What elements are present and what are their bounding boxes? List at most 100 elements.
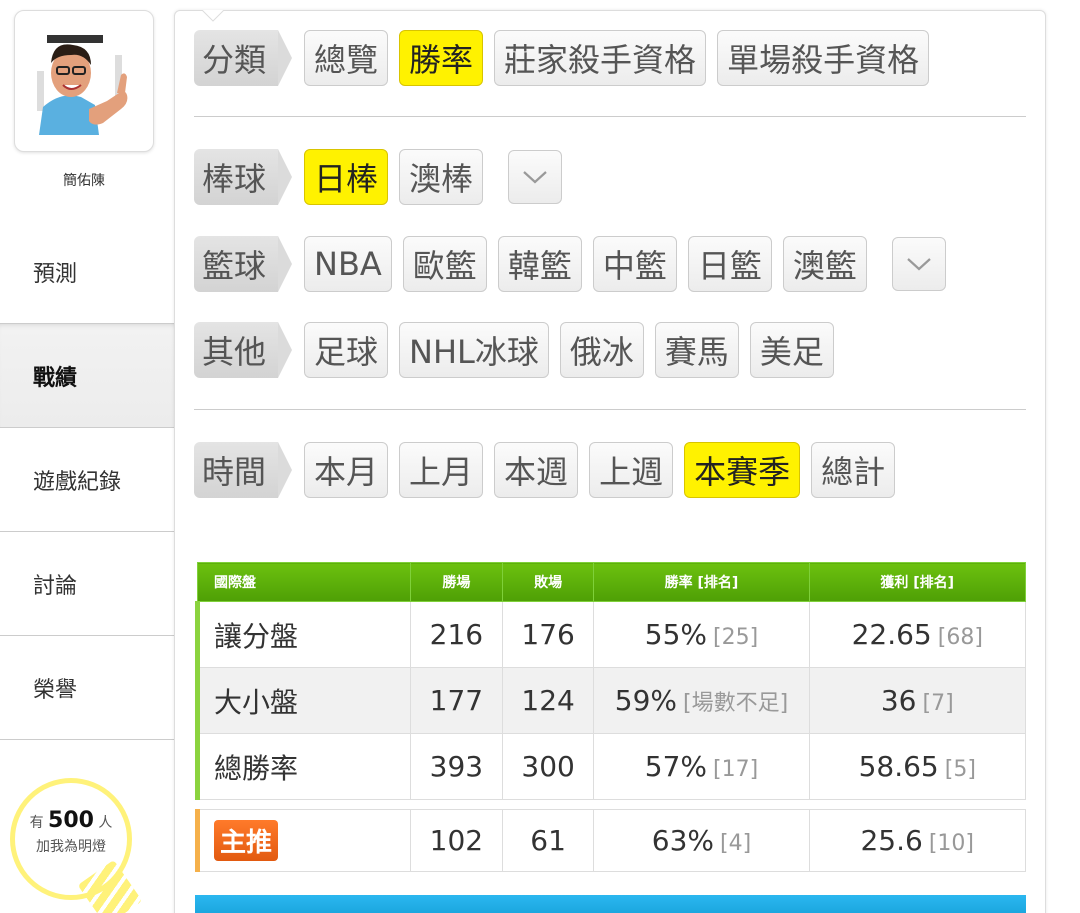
nav-item-honor[interactable]: 榮譽 — [0, 636, 174, 740]
spacer-cell — [197, 799, 1026, 810]
basketball-filter: 籃球 NBA 歐籃 韓籃 中籃 日籃 澳籃 — [194, 236, 946, 292]
filter-label-baseball: 棒球 — [194, 149, 293, 205]
category-filter: 分類 總覽 勝率 莊家殺手資格 單場殺手資格 — [194, 30, 940, 86]
row-profit: 58.65 [5] — [808, 733, 1026, 800]
sport-nba[interactable]: NBA — [304, 236, 392, 292]
row-rate: 59% [場數不足] — [593, 667, 810, 734]
time-this-month[interactable]: 本月 — [304, 442, 389, 498]
sport-horse-racing[interactable]: 賽馬 — [654, 322, 739, 378]
row-profit: 36 [7] — [808, 667, 1026, 734]
table-row: 總勝率 393 300 57% [17] 58.65 [5] — [195, 733, 1026, 800]
row-rate: 57% [17] — [593, 733, 810, 800]
filter-label-category: 分類 — [194, 30, 293, 86]
fans-suffix: 人 — [98, 815, 113, 831]
row-losses: 124 — [501, 667, 595, 734]
row-name: 大小盤 — [195, 667, 411, 734]
fans-count: 500 — [48, 808, 94, 833]
fans-prefix: 有 — [29, 815, 44, 831]
sport-soccer[interactable]: 足球 — [304, 322, 389, 378]
time-last-month[interactable]: 上月 — [399, 442, 484, 498]
filter-label-time: 時間 — [194, 442, 293, 498]
sport-china-basketball[interactable]: 中籃 — [592, 236, 677, 292]
row-name: 總勝率 — [195, 733, 411, 800]
row-wins: 102 — [409, 809, 503, 872]
sport-japan-basketball[interactable]: 日籃 — [687, 236, 772, 292]
nav-item-discussion[interactable]: 討論 — [0, 532, 174, 636]
col-header-losses: 敗場 — [501, 562, 595, 602]
panel-pointer-icon — [202, 10, 224, 22]
row-losses: 300 — [501, 733, 595, 800]
row-name: 讓分盤 — [195, 601, 411, 668]
sidebar: 簡佑陳 預測 戰績 遊戲紀錄 討論 榮譽 有 500 人 加我為明燈 — [0, 0, 176, 913]
col-header-wins: 勝場 — [409, 562, 503, 602]
fans-cta: 加我為明燈 — [36, 839, 106, 855]
user-name: 簡佑陳 — [63, 173, 105, 189]
sport-american-football[interactable]: 美足 — [749, 322, 834, 378]
sport-australia-basketball[interactable]: 澳籃 — [782, 236, 867, 292]
row-wins: 177 — [409, 667, 503, 734]
time-last-week[interactable]: 上週 — [589, 442, 674, 498]
profit-rank: [7] — [922, 691, 954, 716]
avatar-photo — [33, 31, 137, 135]
rate-value: 57% — [644, 750, 708, 783]
main-pick-badge: 主推 — [214, 820, 279, 861]
profit-rank: [10] — [928, 831, 974, 856]
sport-russia-hockey[interactable]: 俄冰 — [559, 322, 644, 378]
row-profit: 22.65 [68] — [808, 601, 1026, 668]
tab-bookmaker-killer[interactable]: 莊家殺手資格 — [494, 30, 707, 86]
time-this-season[interactable]: 本賽季 — [684, 442, 801, 498]
divider — [194, 116, 1026, 117]
chevron-down-icon — [907, 258, 931, 271]
rate-value: 55% — [644, 618, 708, 651]
table-spacer — [197, 799, 1026, 810]
nav-item-record[interactable]: 戰績 — [0, 324, 176, 428]
divider — [194, 409, 1026, 410]
baseball-filter: 棒球 日棒 澳棒 — [194, 149, 563, 205]
rate-value: 59% — [614, 684, 678, 717]
col-header-profit: 獲利 [排名] — [808, 562, 1026, 602]
row-rate: 63% [4] — [593, 809, 810, 872]
time-total[interactable]: 總計 — [811, 442, 896, 498]
table-header-row: 國際盤 勝場 敗場 勝率 [排名] 獲利 [排名] — [197, 562, 1026, 602]
col-header-market: 國際盤 — [197, 562, 411, 602]
time-this-week[interactable]: 本週 — [494, 442, 579, 498]
rate-rank: [場數不足] — [683, 691, 789, 716]
sport-euro-basketball[interactable]: 歐籃 — [402, 236, 487, 292]
profit-rank: [68] — [937, 625, 983, 650]
sport-australia-baseball[interactable]: 澳棒 — [399, 149, 484, 205]
row-name: 主推 — [195, 809, 411, 872]
filter-label-basketball: 籃球 — [194, 236, 293, 292]
rate-rank: [25] — [713, 625, 759, 650]
row-profit: 25.6 [10] — [808, 809, 1026, 872]
table-row: 讓分盤 216 176 55% [25] 22.65 [68] — [195, 601, 1026, 668]
sport-japan-baseball[interactable]: 日棒 — [304, 149, 389, 205]
table-row: 大小盤 177 124 59% [場數不足] 36 [7] — [195, 667, 1026, 734]
avatar[interactable] — [14, 10, 154, 152]
nav-label: 戰績 — [33, 365, 78, 391]
tab-overview[interactable]: 總覽 — [304, 30, 389, 86]
chevron-down-icon — [523, 171, 547, 184]
tab-single-killer[interactable]: 單場殺手資格 — [717, 30, 930, 86]
row-losses: 176 — [501, 601, 595, 668]
sport-korea-basketball[interactable]: 韓籃 — [497, 236, 582, 292]
nav-label: 遊戲紀錄 — [33, 469, 122, 495]
profit-value: 25.6 — [860, 824, 923, 857]
baseball-more-button[interactable] — [508, 150, 563, 204]
basketball-more-button[interactable] — [891, 237, 946, 291]
profit-rank: [5] — [944, 757, 976, 782]
follow-lightbulb[interactable]: 有 500 人 加我為明燈 — [10, 778, 132, 900]
nav-item-predict[interactable]: 預測 — [0, 220, 174, 324]
stats-table: 國際盤 勝場 敗場 勝率 [排名] 獲利 [排名] 讓分盤 216 176 55… — [195, 562, 1026, 872]
profit-value: 22.65 — [851, 618, 932, 651]
nav-label: 預測 — [33, 261, 78, 287]
row-losses: 61 — [501, 809, 595, 872]
sport-nhl-hockey[interactable]: NHL冰球 — [399, 322, 549, 378]
time-filter: 時間 本月 上月 本週 上週 本賽季 總計 — [194, 442, 906, 498]
tab-win-rate[interactable]: 勝率 — [399, 30, 484, 86]
row-rate: 55% [25] — [593, 601, 810, 668]
filter-label-other: 其他 — [194, 322, 293, 378]
nav-item-game-log[interactable]: 遊戲紀錄 — [0, 428, 174, 532]
rate-rank: [17] — [713, 757, 759, 782]
profit-value: 58.65 — [858, 750, 939, 783]
other-filter: 其他 足球 NHL冰球 俄冰 賽馬 美足 — [194, 322, 845, 378]
